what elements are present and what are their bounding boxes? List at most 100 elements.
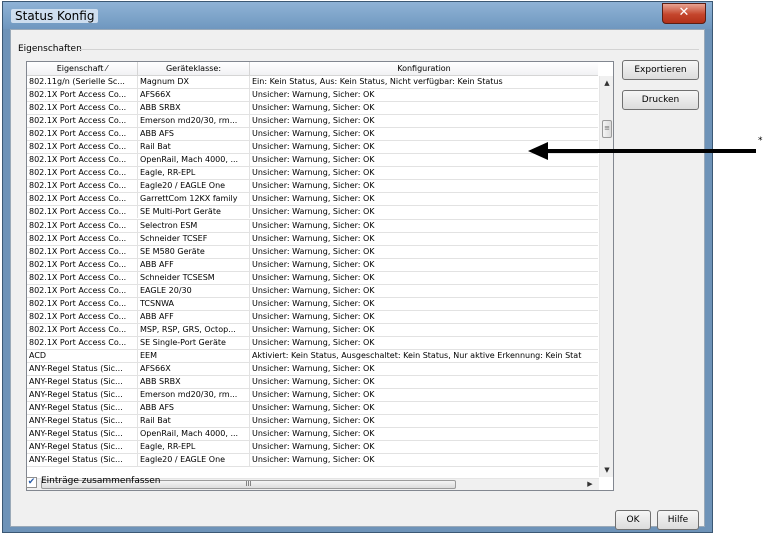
table-row[interactable]: 802.1X Port Access Co... Emerson md20/30,…: [27, 115, 598, 129]
table-row[interactable]: 802.1X Port Access Co... Schneider TCSESM…: [27, 271, 598, 285]
property-cell: 802.1X Port Access Co...: [27, 115, 138, 128]
configuration-cell: Unsicher: Warnung, Sicher: OK: [252, 364, 375, 374]
property-cell: 802.1X Port Access Co...: [27, 141, 138, 154]
annotation-marker: *: [758, 136, 763, 146]
property-cell: ANY-Regel Status (Sic...: [27, 415, 138, 428]
property-cell: 802.1X Port Access Co...: [27, 219, 138, 232]
configuration-cell: Unsicher: Warnung, Sicher: OK: [252, 403, 375, 413]
table-row[interactable]: 802.1X Port Access Co... OpenRail, Mach 4…: [27, 154, 598, 168]
merge-entries-checkbox[interactable]: ✔: [26, 477, 37, 488]
device-class-cell: Magnum DX: [138, 76, 250, 88]
table-row[interactable]: 802.1X Port Access Co... EAGLE 20/30 Unsic…: [27, 284, 598, 298]
device-class-cell: OpenRail, Mach 4000, ...: [138, 154, 250, 167]
property-cell: ANY-Regel Status (Sic...: [27, 454, 138, 467]
help-button[interactable]: Hilfe: [657, 510, 699, 530]
window-title: Status Konfig: [11, 9, 99, 23]
status-config-grid[interactable]: Eigenschaft ⁄​ Geräteklasse: Konfigurati…: [26, 61, 614, 491]
device-class-cell: Selectron ESM: [138, 219, 250, 232]
title-bar[interactable]: Status Konfig ✕: [3, 2, 712, 29]
ok-button[interactable]: OK: [615, 510, 651, 530]
print-button[interactable]: Drucken: [622, 90, 699, 110]
property-cell: 802.1X Port Access Co...: [27, 297, 138, 310]
table-row[interactable]: ANY-Regel Status (Sic... ABB SRBX Unsicher…: [27, 376, 598, 390]
table-row[interactable]: 802.1X Port Access Co... MSP, RSP, GRS, O…: [27, 323, 598, 337]
table-row[interactable]: 802.1X Port Access Co... SE Multi-Port Ge…: [27, 206, 598, 220]
table-row[interactable]: ANY-Regel Status (Sic... Rail Bat Unsicher…: [27, 415, 598, 429]
property-cell: 802.1X Port Access Co...: [27, 180, 138, 193]
table-row[interactable]: ANY-Regel Status (Sic... Eagle20 / EAGLE …: [27, 454, 598, 468]
close-button[interactable]: ✕: [662, 3, 706, 24]
property-cell: 802.1X Port Access Co...: [27, 154, 138, 167]
table-row[interactable]: ANY-Regel Status (Sic... AFS66X Unsicher: …: [27, 363, 598, 377]
merge-entries-label[interactable]: Einträge zusammenfassen: [41, 476, 160, 486]
device-class-cell: Eagle20 / EAGLE One: [138, 180, 250, 193]
table-row[interactable]: 802.1X Port Access Co... Rail Bat Unsicher…: [27, 141, 598, 155]
device-class-cell: AFS66X: [138, 363, 250, 376]
table-row[interactable]: 802.1X Port Access Co... TCSNWA Unsicher: …: [27, 297, 598, 311]
configuration-cell: Unsicher: Warnung, Sicher: OK: [252, 181, 375, 191]
dialog-window: Status Konfig ✕ Eigenschaften Eigenschaf…: [2, 1, 713, 533]
configuration-cell: Unsicher: Warnung, Sicher: OK: [252, 129, 375, 139]
column-header-configuration[interactable]: Konfiguration: [250, 62, 598, 75]
property-cell: ANY-Regel Status (Sic...: [27, 363, 138, 376]
device-class-cell: MSP, RSP, GRS, Octop...: [138, 323, 250, 336]
configuration-cell: Unsicher: Warnung, Sicher: OK: [252, 390, 375, 400]
device-class-cell: Schneider TCSESM: [138, 271, 250, 284]
device-class-cell: EAGLE 20/30: [138, 284, 250, 297]
device-class-cell: EEM: [138, 349, 250, 362]
grip-icon: ≡: [604, 124, 610, 132]
table-row[interactable]: 802.1X Port Access Co... Schneider TCSEF U…: [27, 232, 598, 246]
configuration-cell: Unsicher: Warnung, Sicher: OK: [252, 220, 375, 230]
table-row[interactable]: 802.1X Port Access Co... ABB SRBX Unsicher…: [27, 102, 598, 116]
device-class-cell: Emerson md20/30, rm...: [138, 115, 250, 128]
table-row[interactable]: 802.1X Port Access Co... Eagle20 / EAGLE …: [27, 180, 598, 194]
table-row[interactable]: 802.1X Port Access Co... Eagle, RR-EPL Uns…: [27, 167, 598, 181]
table-row[interactable]: ANY-Regel Status (Sic... Emerson md20/30,…: [27, 389, 598, 403]
table-row[interactable]: 802.1X Port Access Co... GarrettCom 12KX …: [27, 193, 598, 207]
table-row[interactable]: 802.1X Port Access Co... ABB AFF Unsicher:…: [27, 258, 598, 272]
table-row[interactable]: ANY-Regel Status (Sic... OpenRail, Mach 4…: [27, 428, 598, 442]
property-cell: ANY-Regel Status (Sic...: [27, 389, 138, 402]
device-class-cell: Eagle, RR-EPL: [138, 441, 250, 454]
scroll-up-icon[interactable]: ▲: [600, 76, 613, 90]
table-row[interactable]: ACD EEM Aktiviert: Kein Status, Ausgeschal…: [27, 349, 598, 364]
configuration-cell: Unsicher: Warnung, Sicher: OK: [252, 377, 375, 387]
vertical-scroll-thumb[interactable]: ≡: [602, 120, 612, 138]
table-row[interactable]: ANY-Regel Status (Sic... Eagle, RR-EPL Uns…: [27, 441, 598, 455]
device-class-cell: ABB AFS: [138, 402, 250, 415]
property-cell: 802.1X Port Access Co...: [27, 310, 138, 323]
property-cell: 802.1X Port Access Co...: [27, 245, 138, 258]
device-class-cell: OpenRail, Mach 4000, ...: [138, 428, 250, 441]
scroll-right-icon[interactable]: ▶: [583, 479, 597, 490]
device-class-cell: Rail Bat: [138, 415, 250, 428]
property-cell: 802.1X Port Access Co...: [27, 336, 138, 349]
configuration-cell: Unsicher: Warnung, Sicher: OK: [252, 416, 375, 426]
configuration-cell: Unsicher: Warnung, Sicher: OK: [252, 442, 375, 452]
scroll-down-icon[interactable]: ▼: [600, 463, 613, 477]
grid-header: Eigenschaft ⁄​ Geräteklasse: Konfigurati…: [27, 62, 598, 76]
configuration-cell: Aktiviert: Kein Status, Ausgeschaltet: K…: [252, 350, 582, 360]
configuration-cell: Unsicher: Warnung, Sicher: OK: [252, 311, 375, 321]
table-row[interactable]: 802.1X Port Access Co... ABB AFS Unsicher:…: [27, 128, 598, 142]
property-cell: ANY-Regel Status (Sic...: [27, 428, 138, 441]
configuration-cell: Unsicher: Warnung, Sicher: OK: [252, 429, 375, 439]
table-row[interactable]: 802.1X Port Access Co... SE Single-Port G…: [27, 336, 598, 350]
column-header-property[interactable]: Eigenschaft ⁄​: [27, 62, 138, 75]
property-cell: 802.1X Port Access Co...: [27, 271, 138, 284]
export-button[interactable]: Exportieren: [622, 60, 699, 80]
device-class-cell: ABB AFF: [138, 310, 250, 323]
vertical-scrollbar[interactable]: ▲ ≡ ▼: [599, 76, 613, 477]
table-row[interactable]: 802.11g/n (Serielle Sc... Magnum DX Ein: K…: [27, 76, 598, 90]
table-row[interactable]: ANY-Regel Status (Sic... ABB AFS Unsicher:…: [27, 402, 598, 416]
table-row[interactable]: 802.1X Port Access Co... Selectron ESM Uns…: [27, 219, 598, 233]
table-row[interactable]: 802.1X Port Access Co... ABB AFF Unsicher:…: [27, 310, 598, 324]
property-cell: 802.1X Port Access Co...: [27, 193, 138, 206]
device-class-cell: AFS66X: [138, 89, 250, 102]
property-cell: 802.1X Port Access Co...: [27, 232, 138, 245]
property-cell: 802.1X Port Access Co...: [27, 128, 138, 141]
table-row[interactable]: 802.1X Port Access Co... AFS66X Unsicher: …: [27, 89, 598, 103]
table-row[interactable]: 802.1X Port Access Co... SE M580 Geräte Un…: [27, 245, 598, 259]
device-class-cell: SE Multi-Port Geräte: [138, 206, 250, 219]
column-header-device-class[interactable]: Geräteklasse:: [138, 62, 250, 75]
grid-rows: 802.11g/n (Serielle Sc... Magnum DX Ein: K…: [27, 76, 598, 468]
